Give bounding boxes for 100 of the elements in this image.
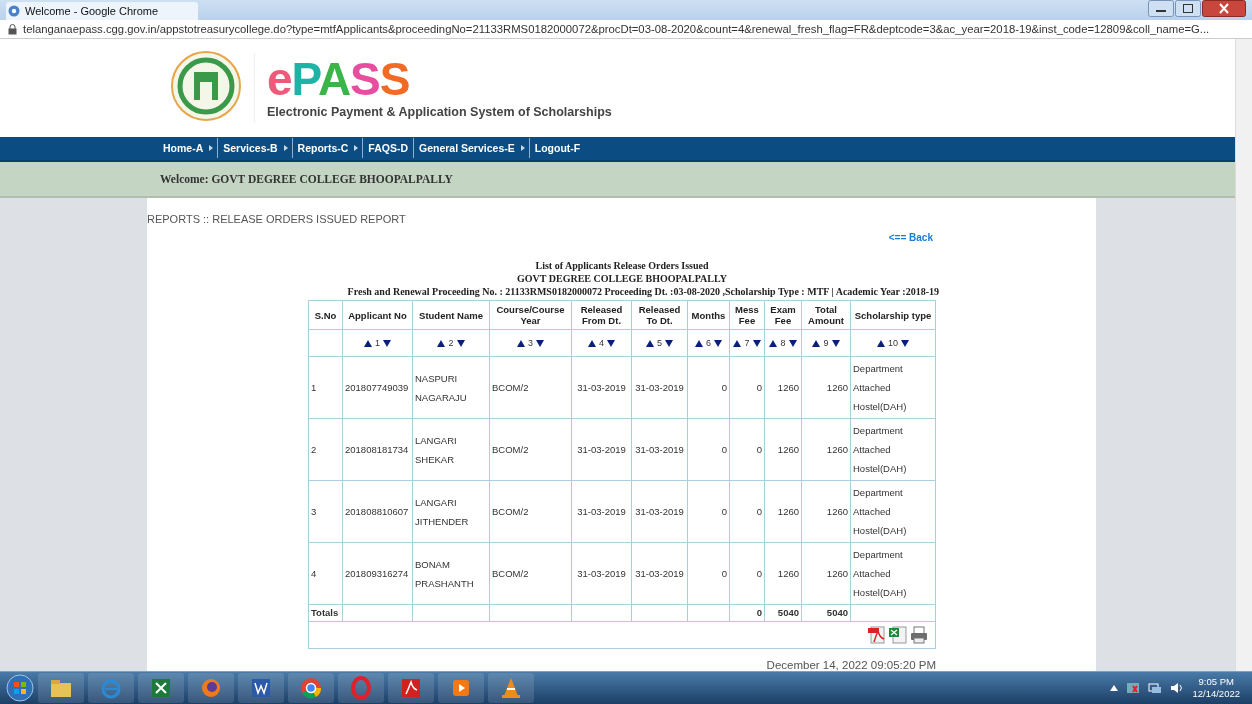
sort-descending-icon[interactable] — [901, 339, 909, 347]
nav-menu-item[interactable]: Services-B — [222, 142, 279, 155]
column-header[interactable]: Months — [687, 300, 730, 330]
fox-globe-icon — [199, 676, 223, 700]
column-header[interactable]: Student Name — [412, 300, 490, 330]
sort-ascending-icon[interactable] — [733, 339, 742, 347]
table-cell: LANGARI SHEKAR — [415, 434, 457, 465]
back-link[interactable]: <== Back — [888, 232, 933, 243]
traffic-cone-taskbar-button[interactable] — [488, 673, 534, 703]
folder-taskbar-button[interactable] — [38, 673, 84, 703]
table-cell: 31-03-2019 — [577, 568, 626, 579]
sort-ascending-icon[interactable] — [877, 339, 885, 347]
column-header[interactable]: Scholarship type — [850, 300, 936, 330]
network-icon[interactable] — [1126, 682, 1141, 694]
play-taskbar-button[interactable] — [438, 673, 484, 703]
browser-taskbar-button[interactable] — [288, 673, 334, 703]
column-header[interactable]: Applicant No — [342, 300, 413, 330]
report-title: Fresh and Renewal Proceeding No. : 21133RMS0182000072 Proceeding Dt. :03-08-2020 ,Scholarship Type : MTF | Academic Year :2018-19 — [347, 285, 939, 298]
table-cell: 1260 — [777, 382, 799, 393]
sort-index: 3 — [528, 338, 533, 348]
display-icon[interactable] — [1148, 682, 1163, 694]
document-taskbar-button[interactable] — [238, 673, 284, 703]
table-cell: 0 — [721, 444, 727, 455]
table-cell: 0 — [756, 607, 762, 618]
pdf-taskbar-button[interactable] — [388, 673, 434, 703]
column-header[interactable]: Exam Fee — [764, 300, 802, 330]
sort-descending-icon[interactable] — [536, 339, 544, 347]
clock-date[interactable]: 12/14/2022 — [1192, 688, 1240, 700]
table-cell: 31-03-2019 — [635, 444, 684, 455]
column-header[interactable]: Course/Course Year — [489, 300, 572, 330]
pdf-icon — [399, 676, 423, 700]
sort-descending-icon[interactable] — [383, 339, 391, 347]
pdf-icon[interactable] — [868, 626, 886, 644]
nav-menu-item[interactable]: Logout-F — [533, 142, 582, 155]
column-header[interactable]: Released From Dt. — [571, 300, 632, 330]
table-cell: 31-03-2019 — [577, 506, 626, 517]
minimize-button[interactable] — [1148, 0, 1174, 17]
sort-index: 1 — [375, 338, 380, 348]
tray-expand-icon[interactable] — [1110, 685, 1119, 691]
table-cell: Department Attached Hostel(DAH) — [853, 487, 907, 536]
table-cell: BCOM/2 — [492, 506, 529, 517]
table-cell: 1260 — [777, 444, 799, 455]
sort-ascending-icon[interactable] — [517, 339, 525, 347]
totals-label: Totals — [311, 607, 339, 618]
sort-ascending-icon[interactable] — [588, 339, 596, 347]
sort-ascending-icon[interactable] — [646, 339, 654, 347]
sort-descending-icon[interactable] — [714, 339, 722, 347]
column-header[interactable]: S.No — [308, 300, 343, 330]
lock-icon — [8, 23, 17, 35]
window-title: Welcome - Google Chrome — [25, 5, 159, 17]
report-title: List of Applicants Release Orders Issued — [534, 259, 710, 272]
browser-icon — [299, 676, 323, 700]
sort-descending-icon[interactable] — [456, 339, 465, 347]
sort-index: 6 — [706, 338, 711, 348]
sort-ascending-icon[interactable] — [437, 339, 446, 347]
column-header[interactable]: Total Amount — [801, 300, 851, 330]
close-button[interactable] — [1202, 0, 1246, 17]
table-cell: BONAM PRASHANTH — [415, 558, 474, 589]
table-cell: 0 — [721, 506, 727, 517]
clock-time[interactable]: 9:05 PM — [1198, 676, 1234, 688]
sort-descending-icon[interactable] — [607, 339, 615, 347]
sort-ascending-icon[interactable] — [695, 339, 703, 347]
table-cell: LANGARI JITHENDER — [415, 496, 469, 527]
sort-descending-icon[interactable] — [665, 339, 673, 347]
column-header[interactable]: Released To Dt. — [631, 300, 688, 330]
table-cell: NASPURI NAGARAJU — [415, 372, 467, 403]
start-button[interactable] — [6, 674, 34, 702]
nav-menu-item[interactable]: Home-A — [162, 142, 205, 155]
sort-descending-icon[interactable] — [788, 339, 797, 347]
sort-ascending-icon[interactable] — [364, 339, 372, 347]
welcome-text: Welcome: GOVT DEGREE COLLEGE BHOOPALPALLY — [160, 173, 453, 186]
spreadsheet-icon[interactable] — [889, 626, 907, 644]
print-icon[interactable] — [910, 626, 928, 644]
nav-menu-item[interactable]: General Services-E — [418, 142, 516, 155]
sort-descending-icon[interactable] — [831, 339, 840, 347]
spreadsheet-icon — [149, 676, 173, 700]
sort-index: 7 — [744, 338, 750, 348]
table-cell: BCOM/2 — [492, 444, 529, 455]
sort-ascending-icon[interactable] — [769, 339, 778, 347]
maximize-button[interactable] — [1175, 0, 1201, 17]
table-cell: 31-03-2019 — [577, 382, 626, 393]
spreadsheet-taskbar-button[interactable] — [138, 673, 184, 703]
nav-menu-item[interactable]: FAQS-D — [367, 142, 409, 155]
speaker-icon[interactable] — [1170, 682, 1185, 694]
sort-index: 9 — [823, 338, 829, 348]
table-cell: 1 — [311, 382, 317, 393]
column-header[interactable]: Mess Fee — [729, 300, 765, 330]
nav-menu-item[interactable]: Reports-C — [296, 142, 350, 155]
ring-o-icon — [349, 676, 373, 700]
tagline: Electronic Payment & Application System of Scholarships — [267, 104, 612, 119]
fox-globe-taskbar-button[interactable] — [188, 673, 234, 703]
table-cell: 201809316274 — [345, 568, 409, 579]
sort-index: 8 — [780, 338, 786, 348]
sort-descending-icon[interactable] — [752, 339, 761, 347]
table-cell: 31-03-2019 — [635, 506, 684, 517]
sort-ascending-icon[interactable] — [812, 339, 821, 347]
sort-index: 5 — [657, 338, 662, 348]
scrollbar[interactable] — [1235, 39, 1252, 671]
report-title: GOVT DEGREE COLLEGE BHOOPALPALLY — [516, 272, 728, 285]
table-cell: 201808181734 — [345, 444, 409, 455]
